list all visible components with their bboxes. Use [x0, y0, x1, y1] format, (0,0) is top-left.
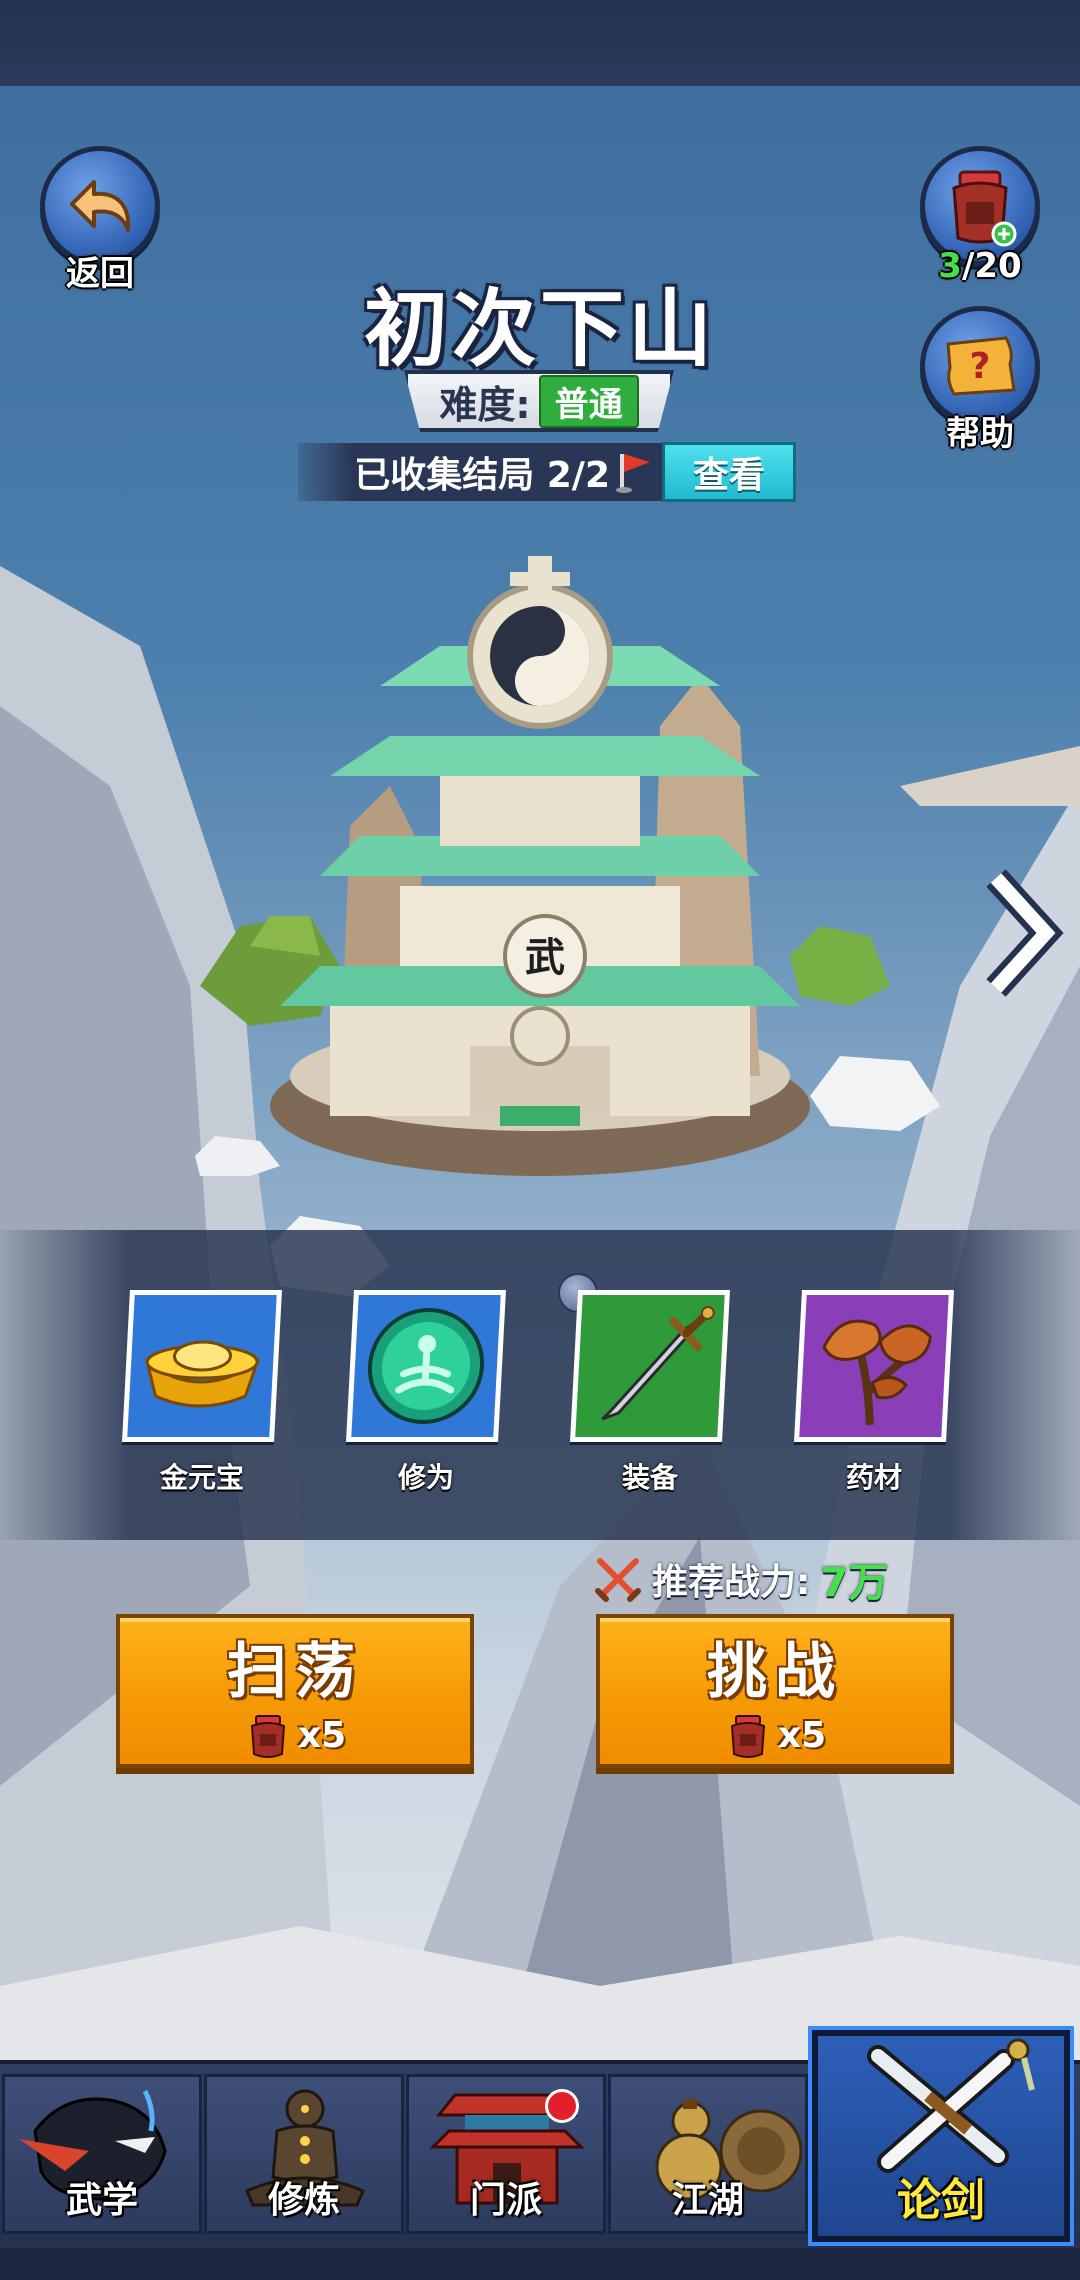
stamina-current: 3 [938, 246, 962, 286]
tab-jianghu[interactable]: 江湖 [608, 2074, 808, 2234]
next-stage-arrow-icon[interactable] [986, 868, 1066, 998]
reward-gold-ingot[interactable]: 金元宝 [122, 1290, 282, 1496]
tab-sword-duel[interactable]: 论剑 [808, 2026, 1074, 2246]
reward-cultivation[interactable]: 修为 [346, 1290, 506, 1496]
tab-martial-arts[interactable]: 武学 [2, 2074, 202, 2234]
meditation-orb-icon [346, 1290, 506, 1442]
temple-sign-text: 武 [525, 935, 565, 981]
difficulty-label: 难度: [439, 382, 531, 427]
reward-equipment[interactable]: 装备 [570, 1290, 730, 1496]
wine-jar-icon [952, 170, 1017, 247]
temple-carpet [500, 1106, 580, 1126]
tab-label: 江湖 [671, 2180, 744, 2221]
wine-jar-icon [250, 1714, 285, 1758]
right-tree [790, 926, 890, 1006]
temple-upper-hall [440, 776, 640, 846]
challenge-cost-value: x5 [777, 1715, 827, 1756]
temple-lower-yinyang [510, 1006, 570, 1066]
difficulty-value: 普通 [538, 374, 639, 428]
tab-label: 武学 [65, 2180, 138, 2221]
view-endings-button[interactable]: 查看 [662, 442, 796, 502]
tab-label: 论剑 [897, 2175, 985, 2226]
cloud-right [810, 1056, 940, 1131]
notification-dot [545, 2089, 579, 2123]
right-cliff-top [900, 746, 1080, 806]
herb-mushroom-icon [794, 1290, 954, 1442]
recommend-value: 7万 [820, 1560, 889, 1606]
back-label: 返回 [66, 254, 134, 294]
ending-collection: 已收集结局 2/2 [298, 443, 668, 501]
help-label: 帮助 [946, 414, 1014, 454]
reward-name: 修为 [397, 1461, 454, 1494]
recommend-label: 推荐战力: [652, 1562, 811, 1603]
scroll-question-icon: ? [946, 336, 1016, 396]
red-flag-icon [616, 454, 650, 493]
stamina-counter: 3/20 [900, 246, 1060, 286]
tab-sect[interactable]: 门派 [406, 2074, 606, 2234]
reward-name: 装备 [621, 1461, 678, 1494]
challenge-button[interactable]: 挑战 x5 [596, 1614, 954, 1768]
reward-name: 药材 [845, 1461, 902, 1494]
recommended-power: 推荐战力: 7万 [594, 1552, 888, 1606]
stage-title: 初次下山 [363, 280, 716, 378]
collection-text: 已收集结局 2/2 [354, 455, 610, 496]
tab-cultivation[interactable]: 修炼 [204, 2074, 404, 2234]
gold-ingot-icon [122, 1290, 282, 1442]
difficulty-badge: 难度: 普通 [404, 370, 674, 432]
system-nav-bar [0, 2248, 1080, 2280]
sweep-cost-value: x5 [297, 1715, 347, 1756]
reward-herb[interactable]: 药材 [794, 1290, 954, 1496]
tab-label: 门派 [469, 2180, 542, 2221]
back-arrow-icon [70, 180, 131, 232]
challenge-label: 挑战 [707, 1636, 843, 1707]
crossed-swords-icon [595, 1558, 641, 1602]
challenge-cost: x5 [724, 1712, 826, 1760]
tab-label: 修炼 [267, 2180, 340, 2221]
status-bar [0, 0, 1080, 86]
sword-icon [570, 1290, 730, 1442]
game-screen: 武 返回 3/20 ? 帮助 初次下山 难度: 普通 已收集结局 2/2 查看 … [0, 0, 1080, 2280]
stamina-max: /20 [961, 246, 1022, 286]
sweep-label: 扫荡 [227, 1636, 363, 1707]
sweep-button[interactable]: 扫荡 x5 [116, 1614, 474, 1768]
reward-name: 金元宝 [159, 1461, 244, 1494]
wine-jar-icon [730, 1714, 765, 1758]
temple-upper-roof [330, 736, 760, 776]
svg-text:?: ? [970, 346, 991, 387]
sweep-cost: x5 [244, 1712, 346, 1760]
